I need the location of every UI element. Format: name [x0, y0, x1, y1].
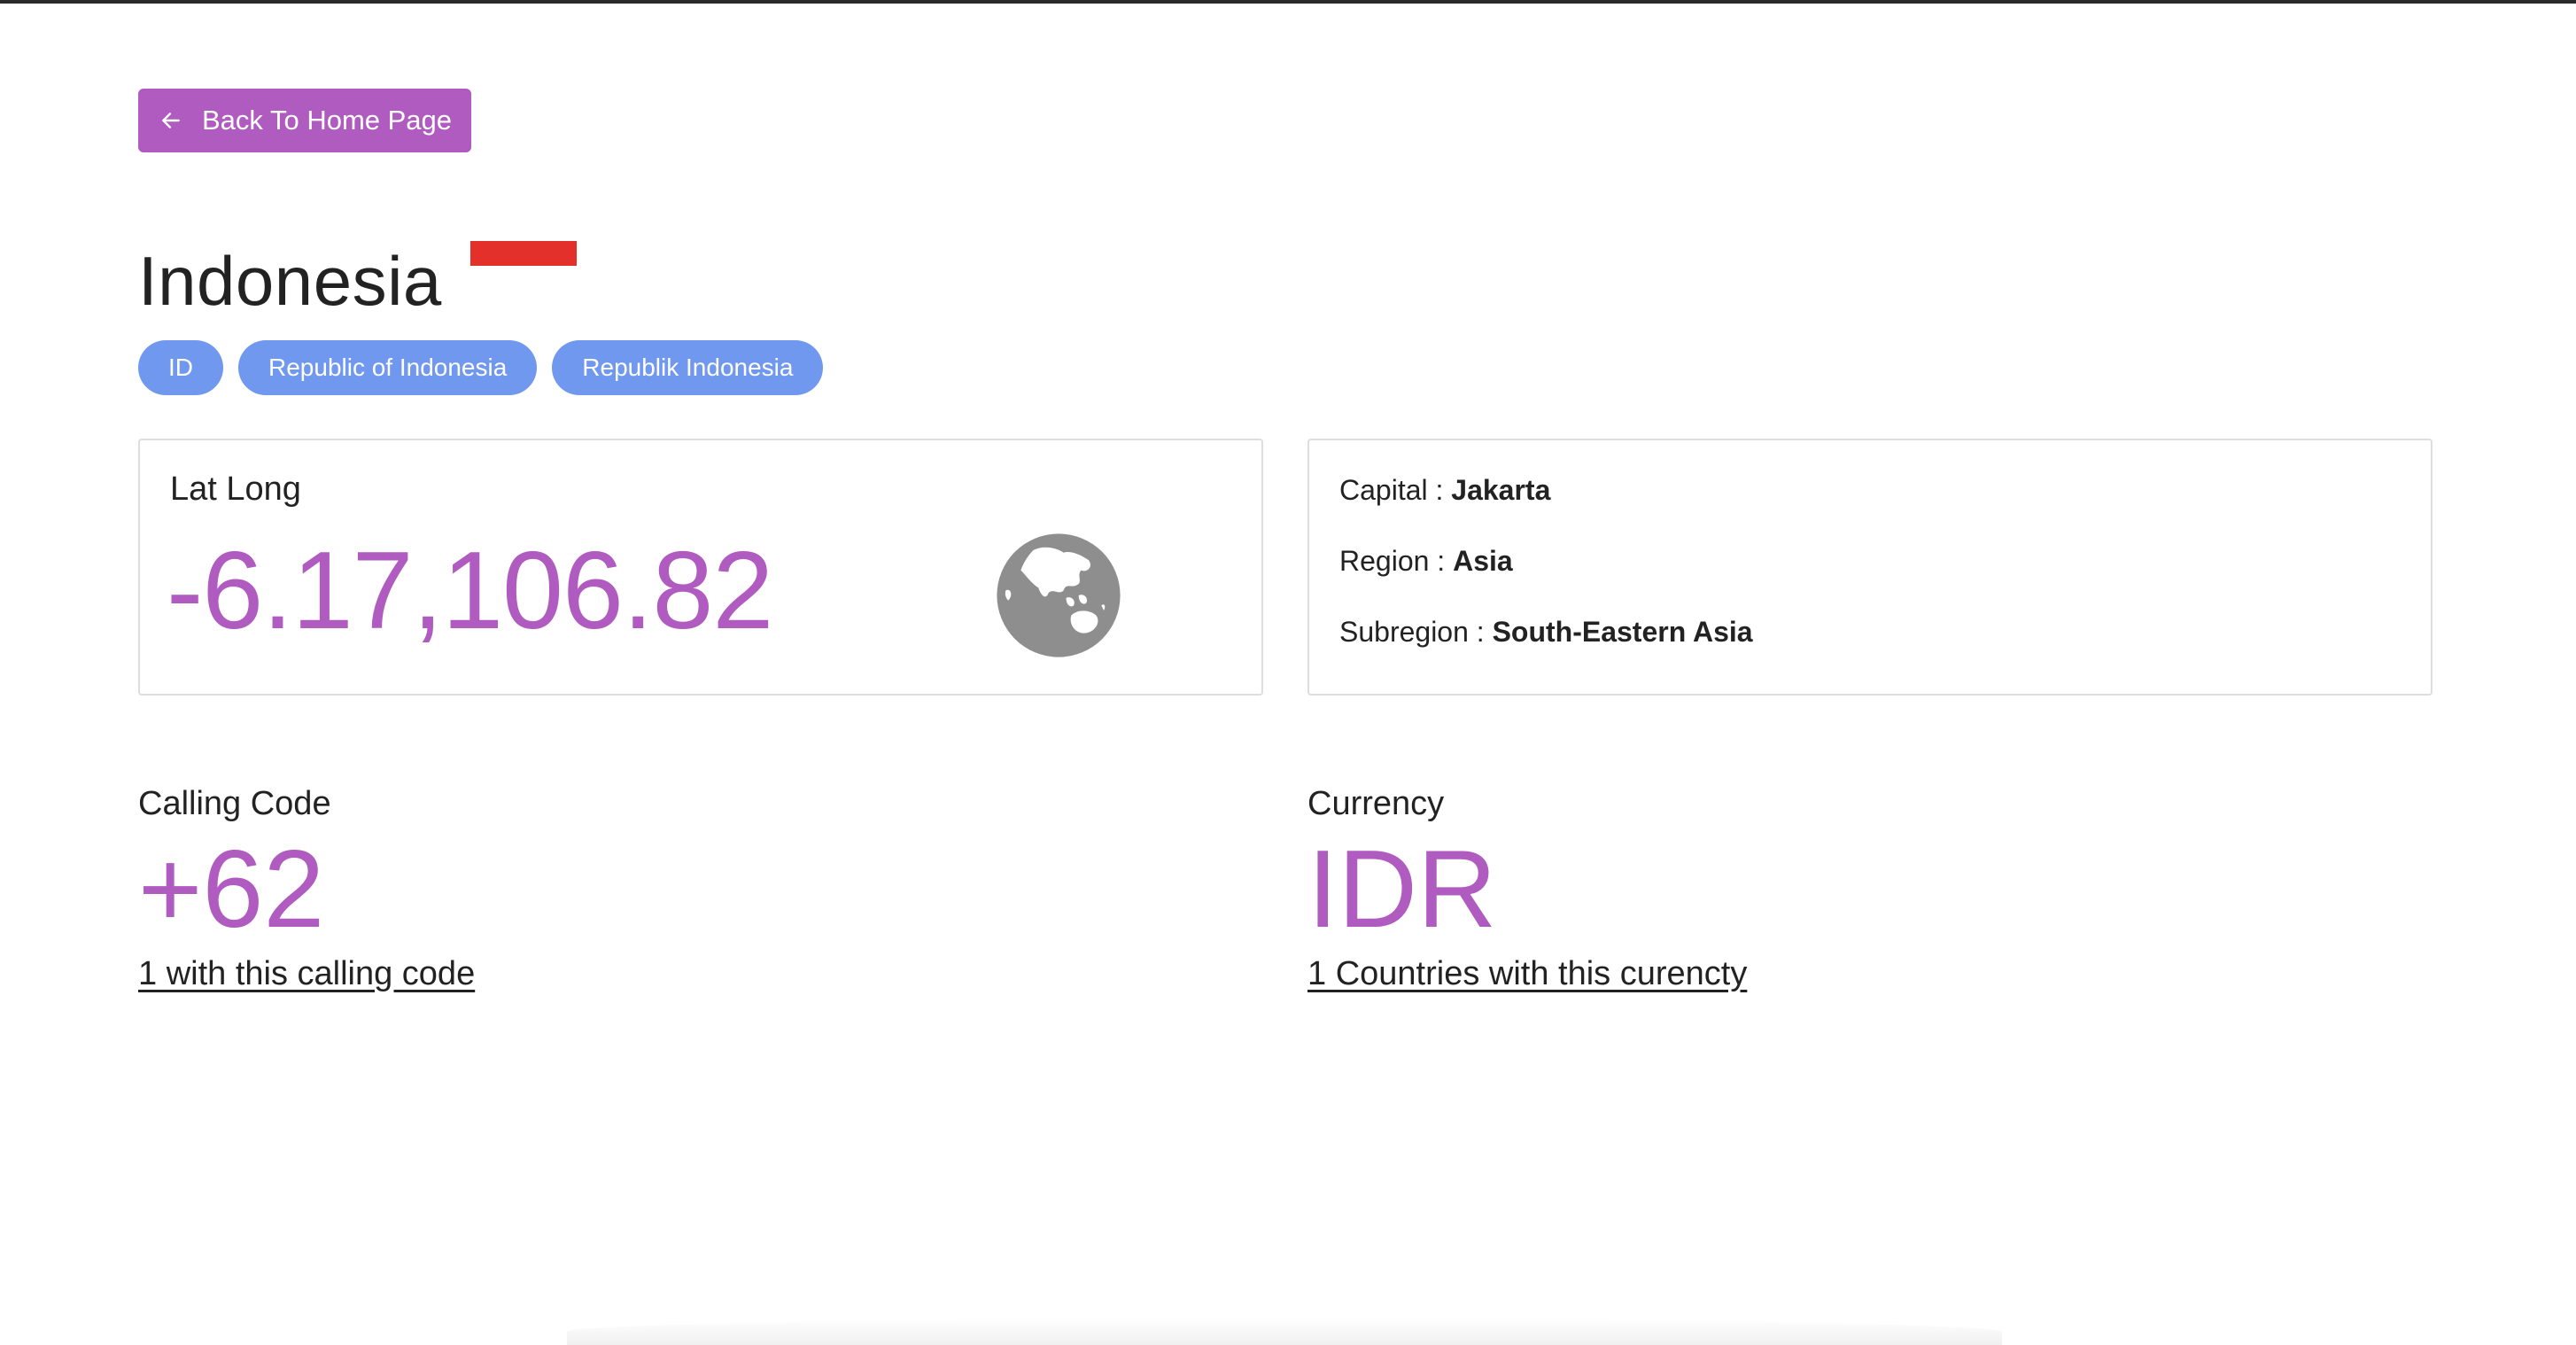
- latlong-value: -6.17,106.82: [167, 530, 773, 652]
- globe-asia-icon: [997, 533, 1121, 657]
- calling-code-label: Calling Code: [138, 785, 331, 822]
- badge-country-code: ID: [138, 340, 223, 395]
- app-window: Back To Home Page Indonesia ID Republic …: [0, 0, 2576, 1345]
- badge-native-name: Republik Indonesia: [552, 340, 824, 395]
- currency-label: Currency: [1307, 785, 1445, 822]
- calling-code-value: +62: [138, 828, 325, 951]
- country-badges: ID Republic of Indonesia Republik Indone…: [138, 340, 838, 395]
- region-label: Region :: [1339, 545, 1454, 577]
- subregion-line: Subregion : South-Eastern Asia: [1339, 616, 1753, 649]
- subregion-value: South-Eastern Asia: [1492, 616, 1753, 648]
- currency-value: IDR: [1307, 828, 1497, 951]
- calling-code-link[interactable]: 1 with this calling code: [138, 955, 475, 993]
- region-line: Region : Asia: [1339, 545, 1513, 578]
- currency-section: Currency IDR 1 Countries with this curen…: [1307, 783, 1747, 993]
- bottom-shadow: [567, 1318, 2002, 1345]
- latlong-label: Lat Long: [170, 470, 301, 508]
- region-value: Asia: [1453, 545, 1513, 577]
- currency-link[interactable]: 1 Countries with this curencty: [1307, 955, 1747, 993]
- info-card: Capital : Jakarta Region : Asia Subregio…: [1307, 439, 2432, 696]
- capital-line: Capital : Jakarta: [1339, 474, 1550, 507]
- back-button-label: Back To Home Page: [202, 105, 453, 136]
- back-to-home-button[interactable]: Back To Home Page: [138, 89, 472, 152]
- capital-label: Capital :: [1339, 474, 1452, 506]
- capital-value: Jakarta: [1451, 474, 1551, 506]
- subregion-label: Subregion :: [1339, 616, 1493, 648]
- badge-official-name: Republic of Indonesia: [238, 340, 538, 395]
- arrow-left-icon: [162, 113, 180, 128]
- country-title-row: Indonesia: [138, 241, 577, 321]
- latlong-card: Lat Long -6.17,106.82: [138, 439, 1263, 696]
- country-flag: [469, 241, 577, 266]
- calling-code-section: Calling Code +62 1 with this calling cod…: [138, 783, 475, 993]
- country-name: Indonesia: [138, 242, 442, 320]
